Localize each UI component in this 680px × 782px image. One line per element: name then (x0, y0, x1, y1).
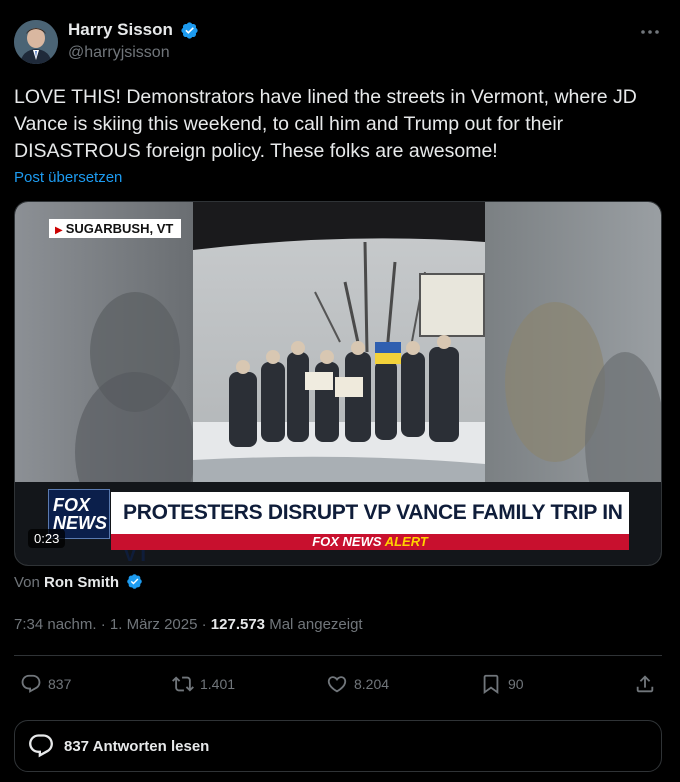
avatar[interactable] (14, 20, 58, 64)
tweet-date[interactable]: 1. März 2025 (110, 616, 198, 633)
location-tag: ▶ SUGARBUSH, VT (49, 219, 182, 238)
location-tag-text: SUGARBUSH, VT (65, 221, 174, 236)
bookmark-icon (483, 674, 499, 695)
read-replies-label: 837 Antworten lesen (64, 737, 210, 755)
translate-link[interactable]: Post übersetzen (14, 169, 122, 186)
more-options-icon[interactable] (638, 24, 662, 40)
reply-icon (21, 674, 41, 693)
logo-line-1: FOX (53, 495, 91, 515)
reply-icon (29, 734, 53, 758)
news-headline: PROTESTERS DISRUPT VP VANCE FAMILY TRIP … (111, 492, 629, 565)
bookmark-button[interactable]: 90 (480, 667, 524, 701)
divider (14, 655, 662, 656)
reply-count: 837 (48, 676, 72, 692)
share-icon (636, 675, 654, 693)
author-display-name[interactable]: Harry Sisson (68, 20, 173, 40)
share-button[interactable] (634, 667, 662, 701)
reply-button[interactable]: 837 (20, 667, 71, 701)
alert-bar: FOX NEWS ALERT (111, 534, 629, 550)
repost-count: 1.401 (200, 676, 236, 692)
bookmark-count: 90 (508, 676, 524, 692)
tweet-text: LOVE THIS! Demonstrators have lined the … (14, 86, 637, 162)
meta-separator: · (197, 616, 211, 633)
byline-prefix: Von (14, 574, 40, 591)
alert-word: ALERT (384, 534, 428, 549)
heart-icon (327, 676, 347, 693)
view-label: Mal angezeigt (269, 616, 363, 633)
tweet-time[interactable]: 7:34 nachm. (14, 616, 97, 633)
video-player[interactable]: ▶ SUGARBUSH, VT FOX NEWS PROTESTERS DISRU… (14, 201, 662, 566)
read-replies-button[interactable]: 837 Antworten lesen (14, 720, 662, 772)
author-names: Harry Sisson @harryjsisson (68, 20, 199, 62)
like-count: 8.204 (354, 676, 390, 692)
alert-prefix: FOX NEWS (312, 534, 382, 549)
video-duration: 0:23 (28, 529, 66, 548)
verified-badge-icon (127, 574, 142, 589)
tweet-header: Harry Sisson @harryjsisson (14, 18, 666, 68)
view-count: 127.573 (210, 616, 266, 633)
play-marker-icon: ▶ (55, 225, 63, 236)
repost-icon (172, 676, 194, 692)
repost-button[interactable]: 1.401 (172, 667, 235, 701)
like-button[interactable]: 8.204 (326, 667, 389, 701)
tweet-meta: 7:34 nachm. · 1. März 2025 · 127.573 Mal… (14, 616, 363, 633)
verified-badge-icon (181, 21, 198, 39)
action-bar: 837 1.401 8.204 90 (14, 667, 662, 701)
meta-separator: · (96, 616, 110, 633)
video-byline: Von Ron Smith (14, 573, 143, 591)
author-handle[interactable]: @harryjsisson (68, 44, 199, 62)
byline-author[interactable]: Ron Smith (44, 574, 119, 591)
